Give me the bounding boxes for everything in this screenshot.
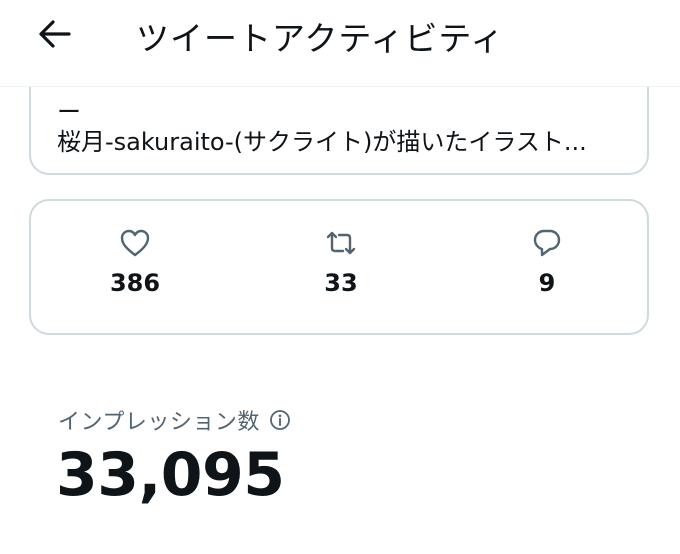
reply-bubble-icon bbox=[531, 227, 563, 259]
impressions-label-row: インプレッション数 bbox=[58, 404, 292, 436]
impressions-label: インプレッション数 bbox=[58, 410, 260, 435]
info-icon[interactable] bbox=[268, 408, 292, 432]
tweet-text-line: 桜月-sakuraito-(サクライト)が描いたイラスト... bbox=[57, 128, 587, 156]
retweets-stat[interactable]: 33 bbox=[281, 227, 401, 297]
heart-icon bbox=[119, 227, 151, 259]
back-button[interactable] bbox=[30, 16, 78, 56]
engagement-stats-card: 386 33 9 bbox=[29, 199, 649, 335]
impressions-value: 33,095 bbox=[56, 440, 285, 510]
replies-count: 9 bbox=[538, 269, 556, 297]
retweet-icon bbox=[325, 227, 357, 259]
likes-count: 386 bbox=[109, 269, 161, 297]
retweets-count: 33 bbox=[324, 269, 358, 297]
top-header: ツイートアクティビティ bbox=[0, 0, 680, 87]
arrow-left-icon bbox=[37, 19, 71, 53]
replies-stat[interactable]: 9 bbox=[487, 227, 607, 297]
likes-stat[interactable]: 386 bbox=[75, 227, 195, 297]
page-title: ツイートアクティビティ bbox=[136, 19, 505, 58]
